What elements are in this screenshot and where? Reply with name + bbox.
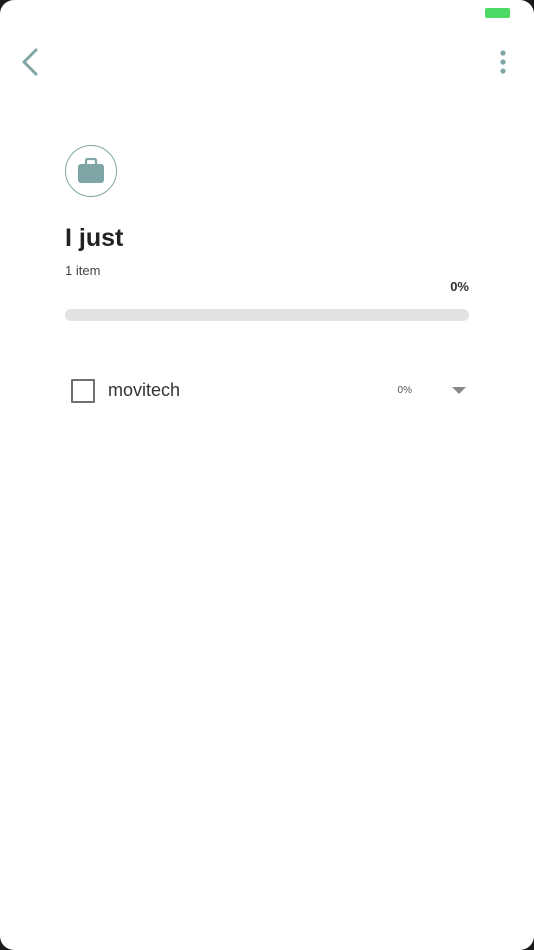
list-category-badge <box>65 145 117 197</box>
progress-bar <box>65 309 469 321</box>
briefcase-icon <box>78 158 104 183</box>
item-checkbox[interactable] <box>71 379 95 403</box>
list-item[interactable]: movitech 0% <box>60 366 480 416</box>
expand-item-button[interactable] <box>446 379 472 403</box>
list-title: I just <box>65 224 124 252</box>
item-name: movitech <box>108 380 181 400</box>
chevron-left-icon <box>22 48 38 76</box>
progress-percent: 0% <box>450 279 469 294</box>
checklist-screen: I just 1 item 0% movitech 0% <box>0 0 534 950</box>
caret-down-icon <box>452 387 466 394</box>
item-percent: 0% <box>397 385 412 396</box>
more-options-button[interactable] <box>486 44 520 80</box>
back-button[interactable] <box>12 44 48 80</box>
more-vertical-icon <box>500 50 506 74</box>
item-count: 1 item <box>65 263 101 278</box>
battery-icon <box>485 8 510 18</box>
